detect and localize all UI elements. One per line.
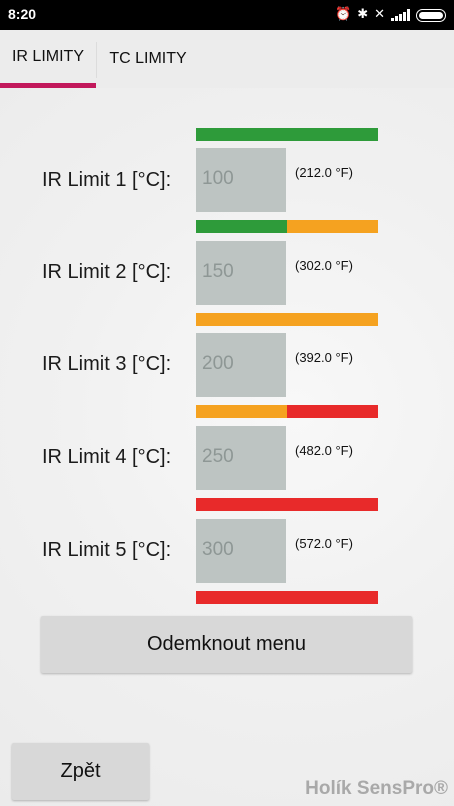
battery-icon — [416, 8, 446, 22]
back-button[interactable]: Zpět — [12, 743, 149, 800]
ir-limit-4-input[interactable]: 250 — [196, 426, 286, 490]
limit-bar-segment-orange — [196, 405, 287, 418]
status-time: 8:20 — [8, 6, 37, 22]
limit-color-bar — [196, 591, 378, 604]
ir-limit-3-fahrenheit: (392.0 °F) — [295, 350, 353, 365]
limit-color-bar — [196, 405, 378, 418]
limit-color-bar — [196, 498, 378, 511]
ir-limit-4-fahrenheit: (482.0 °F) — [295, 443, 353, 458]
limit-bar-segment-red — [196, 498, 378, 511]
ir-limit-1-label: IR Limit 1 [°C]: — [42, 169, 172, 191]
limit-color-bar — [196, 313, 378, 326]
ir-limit-1-input[interactable]: 100 — [196, 148, 286, 212]
ir-limit-2-label: IR Limit 2 [°C]: — [42, 261, 172, 283]
vibrate-icon: ✕ — [374, 7, 385, 22]
status-icons: ⏰ ✱ ✕ — [335, 4, 446, 26]
ir-limit-2-input[interactable]: 150 — [196, 241, 286, 305]
ir-limit-4-label: IR Limit 4 [°C]: — [42, 446, 172, 468]
ir-limit-3-label: IR Limit 3 [°C]: — [42, 353, 172, 375]
status-bar: 8:20 ⏰ ✱ ✕ — [0, 0, 454, 30]
alarm-icon: ⏰ — [335, 7, 352, 22]
limit-bar-segment-green — [196, 220, 287, 233]
brand-logo: Holík SensPro® — [305, 778, 448, 799]
tab-tc-limity[interactable]: TC LIMITY — [97, 30, 199, 88]
ir-limit-5-label: IR Limit 5 [°C]: — [42, 539, 172, 561]
limit-color-bar — [196, 220, 378, 233]
tab-ir-limity[interactable]: IR LIMITY — [0, 30, 96, 88]
tab-bar: IR LIMITY TC LIMITY — [0, 30, 454, 88]
ir-limit-1-fahrenheit: (212.0 °F) — [295, 165, 353, 180]
ir-limit-5-input[interactable]: 300 — [196, 519, 286, 583]
unlock-menu-button[interactable]: Odemknout menu — [41, 616, 412, 673]
bluetooth-icon: ✱ — [357, 7, 369, 22]
limit-bar-segment-green — [196, 128, 378, 141]
limit-bar-segment-red — [196, 591, 378, 604]
signal-icon — [391, 9, 410, 21]
limit-bar-segment-orange — [196, 313, 378, 326]
limit-color-bar — [196, 128, 378, 141]
ir-limit-3-input[interactable]: 200 — [196, 333, 286, 397]
limit-bar-segment-red — [287, 405, 378, 418]
limit-bar-segment-orange — [287, 220, 378, 233]
ir-limit-2-fahrenheit: (302.0 °F) — [295, 258, 353, 273]
ir-limit-5-fahrenheit: (572.0 °F) — [295, 536, 353, 551]
